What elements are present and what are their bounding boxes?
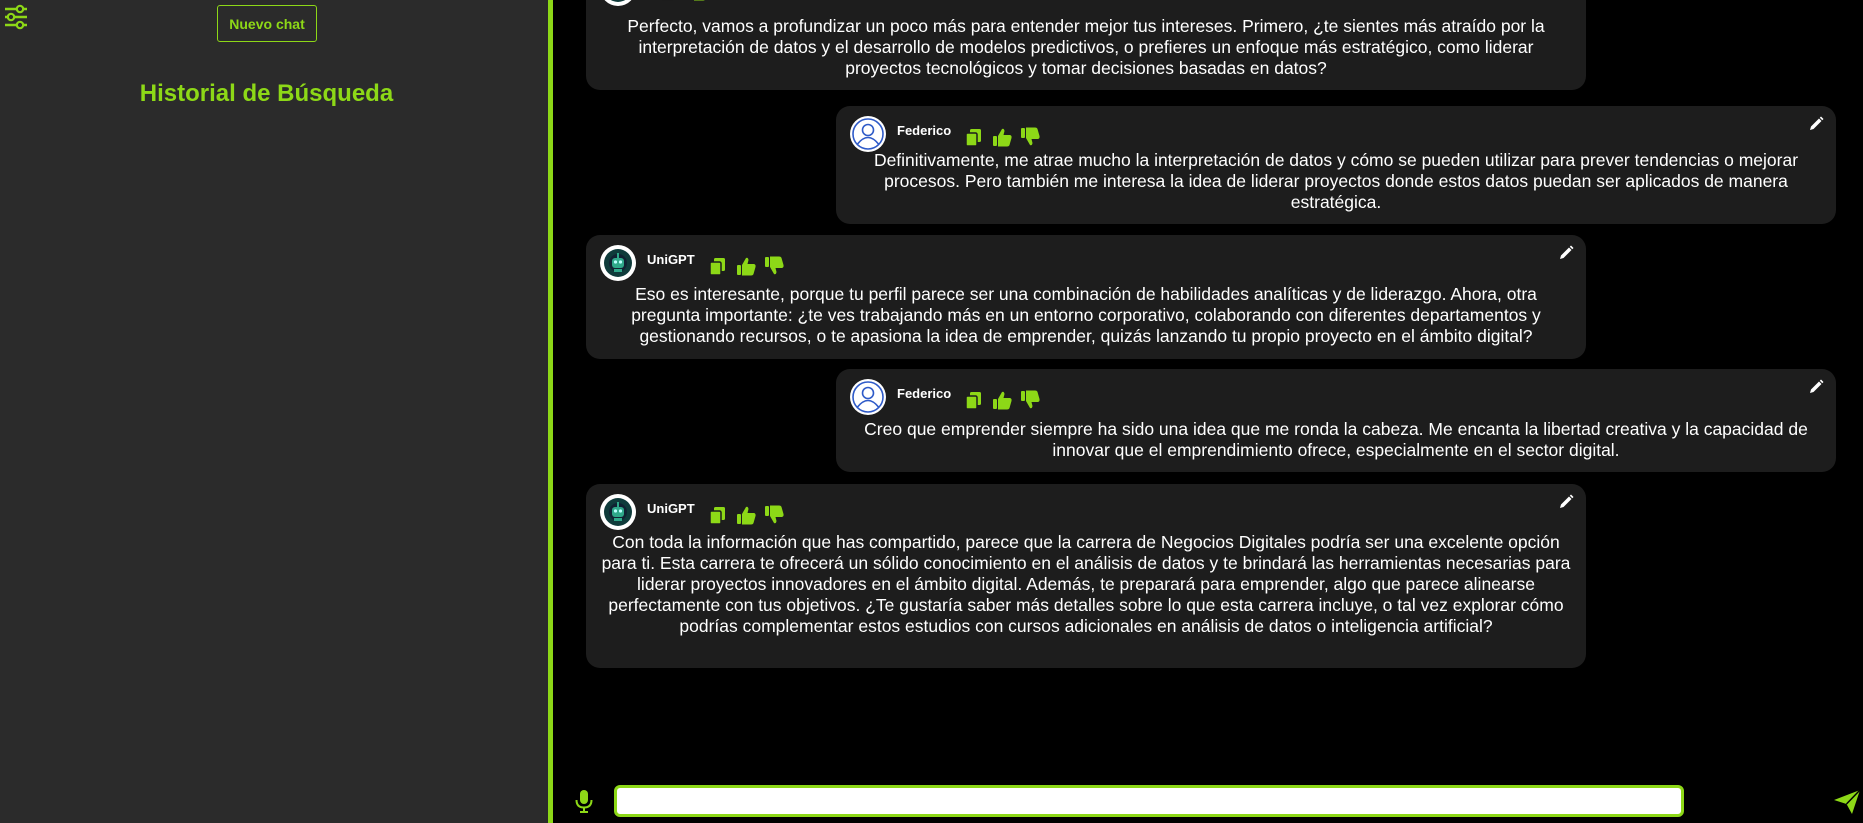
message-text: Creo que emprender siempre ha sido una i… [864,419,1808,460]
copy-icon[interactable] [963,389,985,411]
chat-input[interactable] [614,785,1684,817]
thumbs-up-icon[interactable] [735,504,757,526]
thumbs-up-icon[interactable] [991,389,1013,411]
robot-icon [604,498,632,526]
pencil-icon[interactable] [1558,245,1574,261]
message-bubble-bot: Perfecto, vamos a profundizar un poco má… [586,0,1586,90]
message-bubble-user: Federico Creo que emprender siempre ha s… [836,369,1836,472]
thumbs-down-icon[interactable] [1019,126,1041,148]
copy-icon[interactable] [963,126,985,148]
send-icon[interactable] [1833,789,1861,815]
pencil-icon[interactable] [1808,116,1824,132]
copy-icon[interactable] [707,255,729,277]
pencil-icon[interactable] [1558,494,1574,510]
copy-icon[interactable] [707,504,729,526]
sender-name: Federico [897,385,952,401]
bot-avatar [600,245,636,281]
new-chat-button[interactable]: Nuevo chat [217,5,317,42]
sliders-icon[interactable] [2,4,30,30]
thumbs-down-icon[interactable] [715,0,737,2]
message-header: Federico [850,379,1041,415]
message-text: Eso es interesante, porque tu perfil par… [631,284,1541,346]
sender-name: UniGPT [647,251,695,267]
message-text: Perfecto, vamos a profundizar un poco má… [627,16,1545,78]
message-actions [707,504,785,526]
copy-icon[interactable] [659,0,681,2]
message-header: UniGPT [600,494,785,530]
thumbs-up-icon[interactable] [735,255,757,277]
message-bubble-bot: UniGPT Eso es interesante, porque tu per… [586,235,1586,359]
sender-name: UniGPT [647,500,695,516]
message-actions [963,126,1041,148]
sidebar: Nuevo chat Historial de Búsqueda [0,0,553,823]
message-text: Definitivamente, me atrae mucho la inter… [873,150,1799,212]
sender-name: Federico [897,122,952,138]
bot-avatar [600,0,636,6]
pencil-icon[interactable] [1808,379,1824,395]
chat-area: Perfecto, vamos a profundizar un poco má… [558,0,1863,823]
user-avatar [850,379,886,415]
app: Nuevo chat Historial de Búsqueda Perfect… [0,0,1863,823]
message-bubble-user: Federico Definitivamente, me atrae mucho… [836,106,1836,224]
thumbs-down-icon[interactable] [763,504,785,526]
robot-icon [604,0,632,2]
user-icon [852,118,884,150]
message-text: Con toda la información que has comparti… [601,532,1571,636]
message-actions [707,255,785,277]
message-bubble-bot: UniGPT Con toda la información que has c… [586,484,1586,668]
thumbs-down-icon[interactable] [763,255,785,277]
message-actions [963,389,1041,411]
history-title: Historial de Búsqueda [139,80,394,107]
message-header [600,0,737,6]
thumbs-up-icon[interactable] [991,126,1013,148]
microphone-icon[interactable] [573,789,595,813]
user-avatar [850,116,886,152]
message-header: Federico [850,116,1041,152]
robot-icon [604,249,632,277]
message-header: UniGPT [600,245,785,281]
bot-avatar [600,494,636,530]
message-actions [659,0,737,2]
user-icon [852,381,884,413]
thumbs-up-icon[interactable] [687,0,709,2]
thumbs-down-icon[interactable] [1019,389,1041,411]
